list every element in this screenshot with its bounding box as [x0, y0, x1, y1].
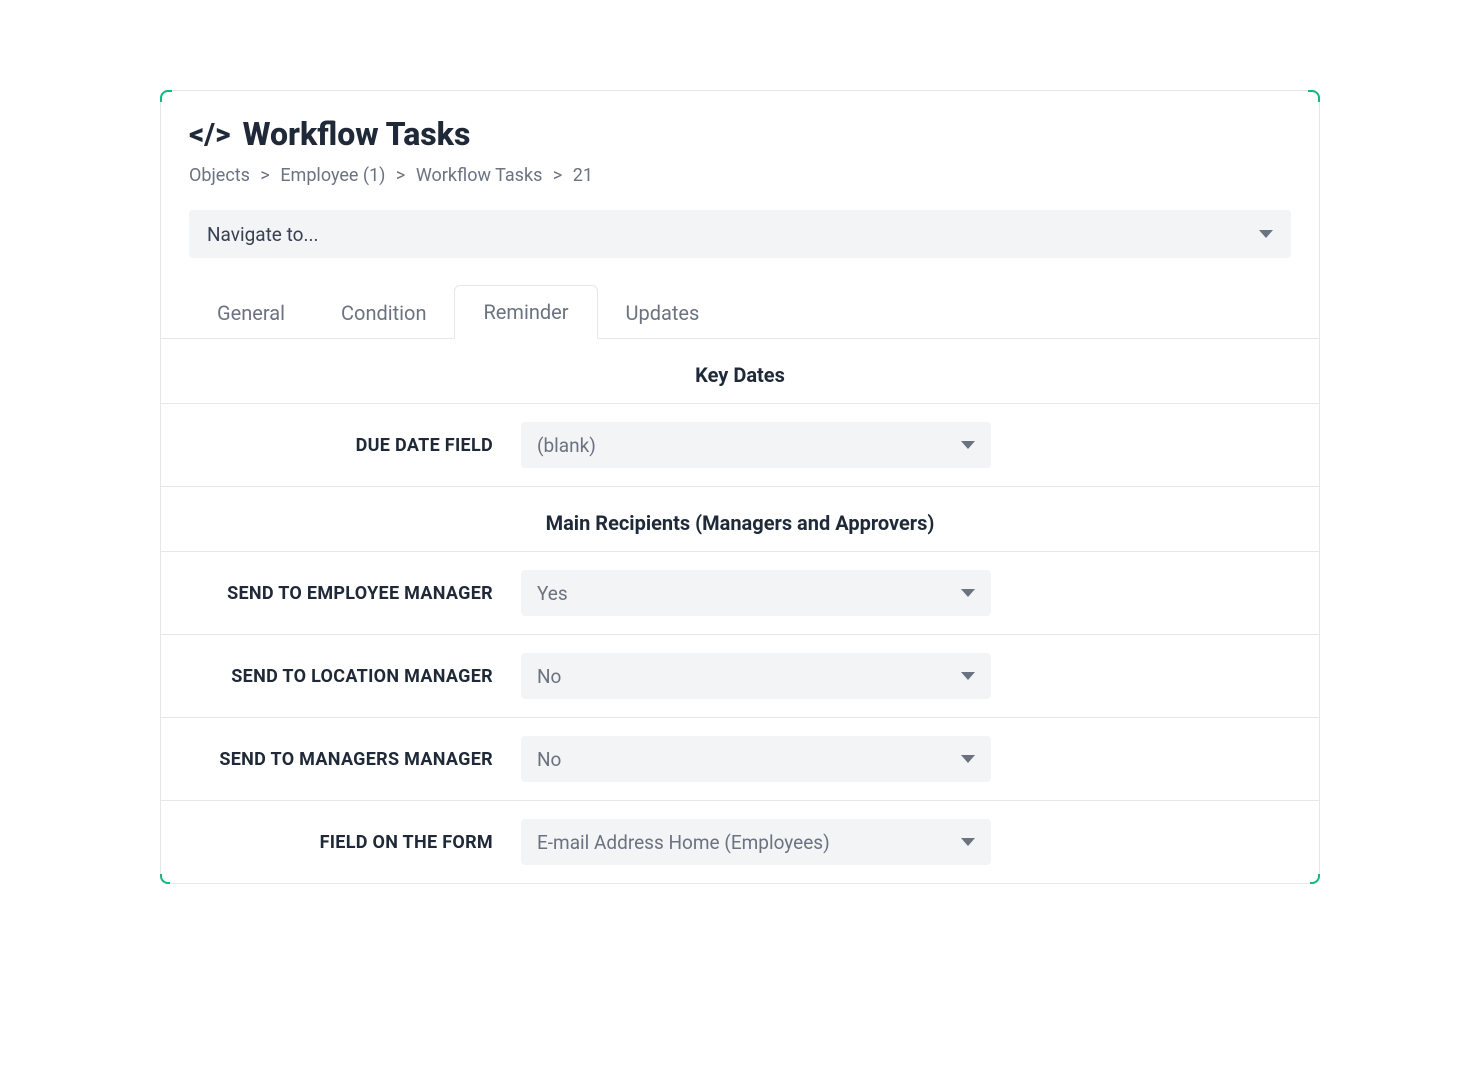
- panel-workflow-task: </> Workflow Tasks Objects > Employee (1…: [160, 90, 1320, 884]
- select-value: (blank): [537, 434, 596, 457]
- page-title: Workflow Tasks: [243, 115, 471, 153]
- tabs: General Condition Reminder Updates: [161, 284, 1319, 339]
- tab-general[interactable]: General: [189, 287, 313, 339]
- select-send-to-location-manager[interactable]: No: [521, 653, 991, 699]
- breadcrumb-link-objects[interactable]: Objects: [189, 165, 250, 186]
- select-value: No: [537, 748, 561, 771]
- breadcrumb-separator: >: [260, 165, 269, 186]
- chevron-down-icon: [961, 838, 975, 846]
- select-send-to-employee-manager[interactable]: Yes: [521, 570, 991, 616]
- breadcrumb-separator: >: [553, 165, 562, 186]
- section-header-key-dates: Key Dates: [161, 339, 1319, 404]
- breadcrumb-link-workflow-tasks[interactable]: Workflow Tasks: [416, 165, 543, 186]
- chevron-down-icon: [961, 672, 975, 680]
- code-icon: </>: [189, 117, 231, 152]
- chevron-down-icon: [961, 441, 975, 449]
- title-row: </> Workflow Tasks: [189, 115, 1291, 153]
- label-field-on-the-form: FIELD ON THE FORM: [161, 832, 521, 853]
- tab-updates[interactable]: Updates: [598, 287, 728, 339]
- section-header-main-recipients: Main Recipients (Managers and Approvers): [161, 487, 1319, 552]
- row-send-to-employee-manager: SEND TO EMPLOYEE MANAGER Yes: [161, 552, 1319, 635]
- label-send-to-managers-manager: SEND TO MANAGERS MANAGER: [161, 749, 521, 770]
- navigate-to-placeholder: Navigate to...: [207, 223, 318, 246]
- breadcrumb-link-employee[interactable]: Employee (1): [280, 165, 385, 186]
- select-value: Yes: [537, 582, 568, 605]
- tab-reminder[interactable]: Reminder: [454, 285, 597, 339]
- label-send-to-location-manager: SEND TO LOCATION MANAGER: [161, 666, 521, 687]
- select-due-date-field[interactable]: (blank): [521, 422, 991, 468]
- navigate-to-dropdown[interactable]: Navigate to...: [189, 210, 1291, 258]
- label-due-date-field: DUE DATE FIELD: [161, 435, 521, 456]
- chevron-down-icon: [1259, 230, 1273, 238]
- breadcrumb-separator: >: [396, 165, 405, 186]
- label-send-to-employee-manager: SEND TO EMPLOYEE MANAGER: [161, 583, 521, 604]
- select-send-to-managers-manager[interactable]: No: [521, 736, 991, 782]
- breadcrumb: Objects > Employee (1) > Workflow Tasks …: [189, 165, 1291, 186]
- select-field-on-the-form[interactable]: E-mail Address Home (Employees): [521, 819, 991, 865]
- chevron-down-icon: [961, 589, 975, 597]
- tab-condition[interactable]: Condition: [313, 287, 454, 339]
- select-value: No: [537, 665, 561, 688]
- breadcrumb-current: 21: [573, 165, 593, 186]
- select-value: E-mail Address Home (Employees): [537, 831, 830, 854]
- row-field-on-the-form: FIELD ON THE FORM E-mail Address Home (E…: [161, 801, 1319, 883]
- row-send-to-managers-manager: SEND TO MANAGERS MANAGER No: [161, 718, 1319, 801]
- row-due-date-field: DUE DATE FIELD (blank): [161, 404, 1319, 487]
- chevron-down-icon: [961, 755, 975, 763]
- row-send-to-location-manager: SEND TO LOCATION MANAGER No: [161, 635, 1319, 718]
